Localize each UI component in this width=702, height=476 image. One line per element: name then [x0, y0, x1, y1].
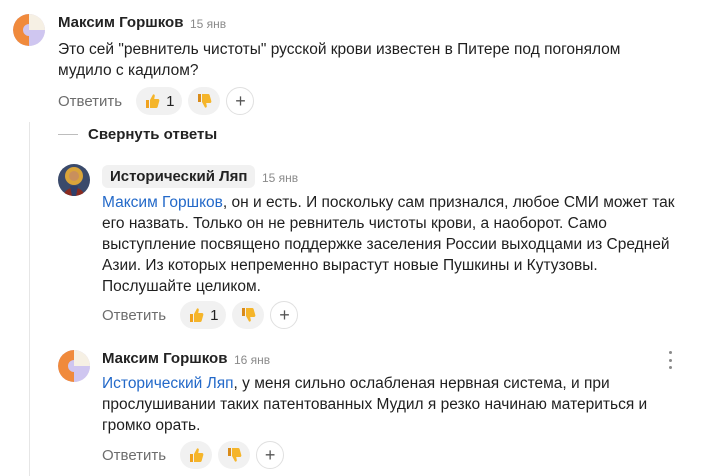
comment-text: Максим Горшков, он и есть. И поскольку с…	[102, 192, 682, 297]
collapse-replies-button[interactable]: Свернуть ответы	[58, 126, 217, 143]
reply-button[interactable]: Ответить	[102, 447, 166, 464]
comment-actions: Ответить 1 +	[102, 301, 299, 329]
comment-text: Исторический Ляп, у меня сильно ослаблен…	[102, 373, 682, 436]
like-button[interactable]: 1	[180, 301, 227, 329]
orange-lavender-avatar-icon	[58, 350, 90, 382]
add-reaction-button[interactable]: +	[256, 441, 285, 469]
like-count: 1	[210, 306, 219, 324]
add-reaction-button[interactable]: +	[226, 87, 255, 115]
icon-painting-avatar-icon	[58, 164, 90, 196]
comment-actions: Ответить 1 +	[58, 87, 255, 115]
collapse-dash	[58, 134, 78, 135]
mention-link[interactable]: Исторический Ляп	[102, 375, 234, 392]
reply-button[interactable]: Ответить	[58, 93, 122, 110]
comment-date: 16 янв	[234, 353, 271, 367]
more-options-icon[interactable]	[667, 351, 673, 369]
avatar[interactable]	[13, 14, 45, 46]
dislike-button[interactable]	[218, 441, 251, 469]
avatar[interactable]	[58, 350, 90, 382]
like-button[interactable]: 1	[136, 87, 183, 115]
dislike-button[interactable]	[232, 301, 265, 329]
plus-icon: +	[264, 445, 276, 465]
mention-link[interactable]: Максим Горшков	[102, 194, 223, 211]
thumbs-up-icon	[190, 308, 204, 322]
reply-button[interactable]: Ответить	[102, 307, 166, 324]
comment-date: 15 янв	[262, 171, 299, 185]
thumbs-down-icon	[198, 94, 212, 108]
thumbs-down-icon	[242, 308, 256, 322]
comment-author[interactable]: Максим Горшков	[58, 14, 183, 31]
thumbs-down-icon	[228, 448, 242, 462]
like-count: 1	[166, 92, 175, 110]
comment-text: Это сей "ревнитель чистоты" русской кров…	[58, 41, 621, 79]
dislike-button[interactable]	[188, 87, 221, 115]
thumbs-up-icon	[190, 448, 204, 462]
comment-3: Максим Горшков 16 янв Исторический Ляп, …	[0, 340, 702, 476]
comment-author[interactable]: Исторический Ляп	[102, 165, 256, 188]
comment-2: Исторический Ляп 15 янв Максим Горшков, …	[0, 160, 702, 340]
avatar[interactable]	[58, 164, 90, 196]
thumbs-up-icon	[146, 94, 160, 108]
orange-lavender-avatar-icon	[13, 14, 45, 46]
comment-author[interactable]: Максим Горшков	[102, 350, 227, 367]
comment-actions: Ответить +	[102, 441, 285, 469]
add-reaction-button[interactable]: +	[270, 301, 299, 329]
like-button[interactable]	[180, 441, 213, 469]
collapse-replies-label: Свернуть ответы	[88, 126, 218, 143]
comment-1: Максим Горшков 15 янв Это сей "ревнитель…	[0, 0, 702, 120]
plus-icon: +	[235, 91, 246, 111]
plus-icon: +	[279, 305, 290, 325]
comment-date: 15 янв	[190, 17, 227, 31]
